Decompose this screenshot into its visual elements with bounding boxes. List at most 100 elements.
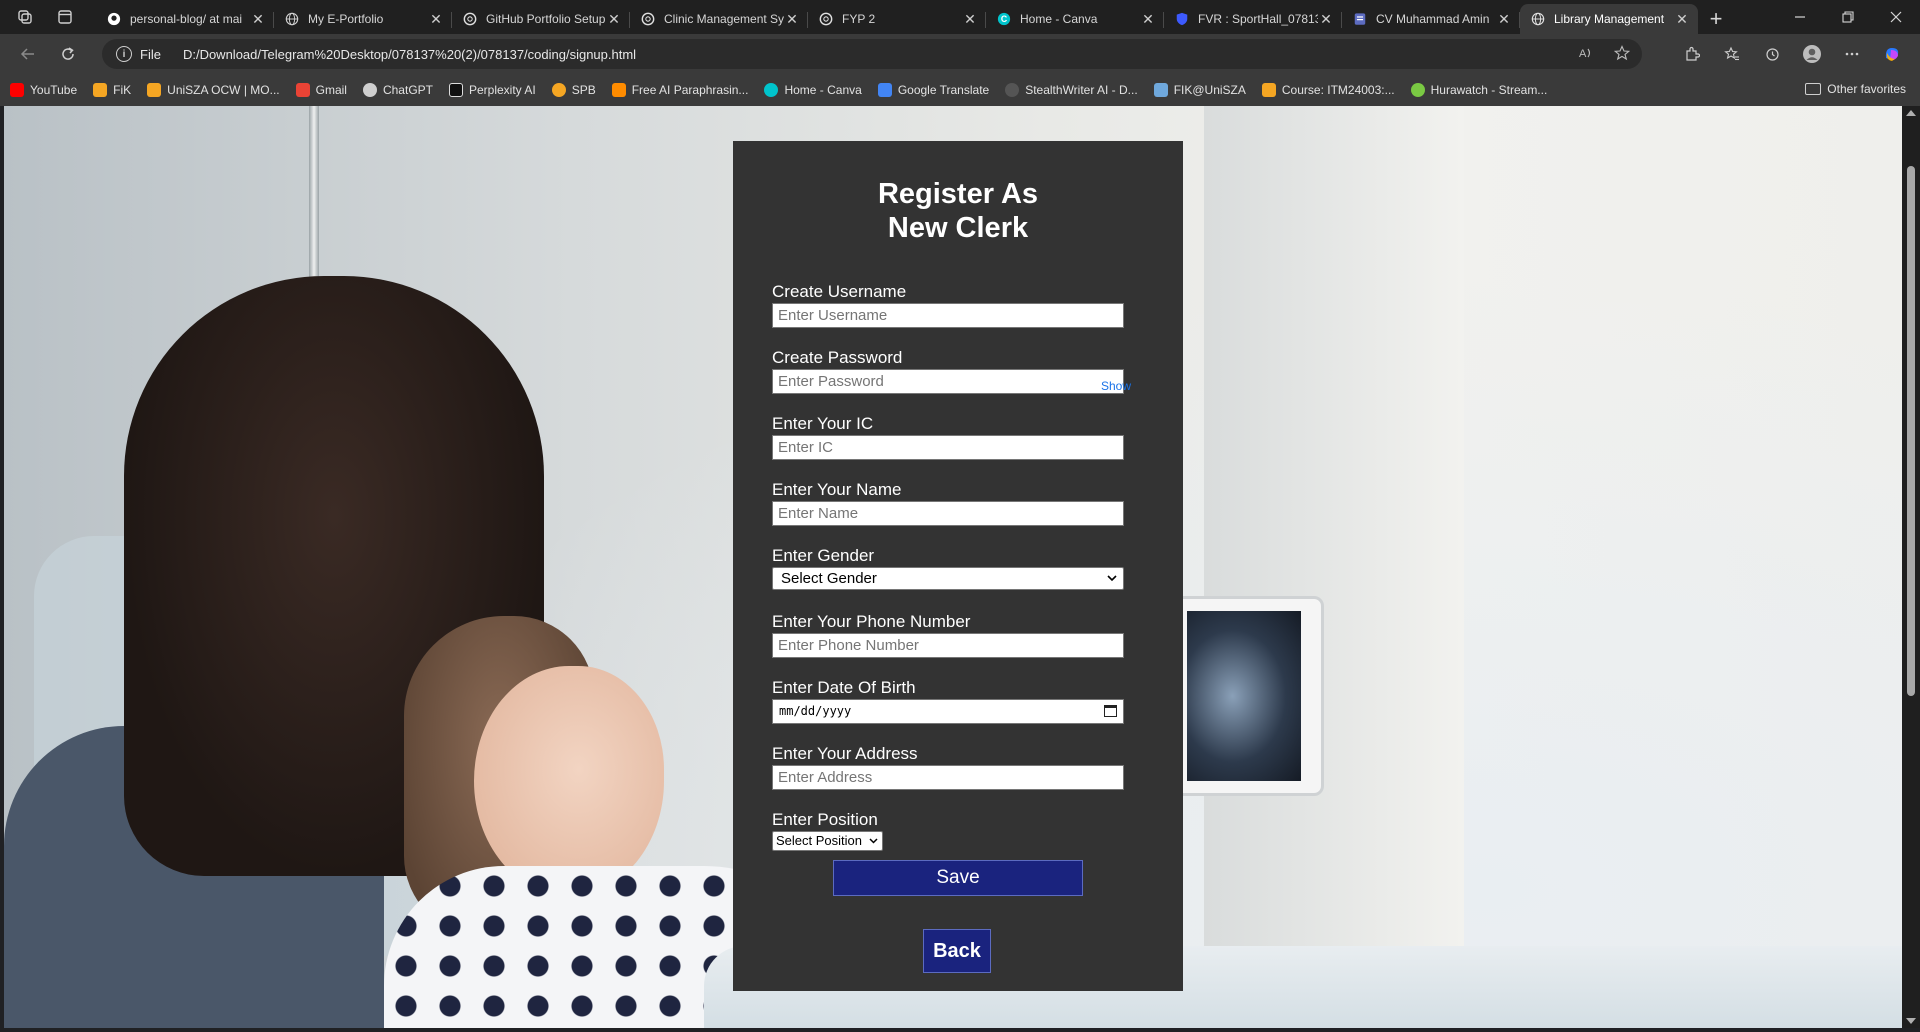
youtube-icon (10, 83, 24, 97)
bookmark-perplexity[interactable]: Perplexity AI (448, 83, 536, 97)
back-button[interactable]: Back (923, 929, 991, 973)
close-icon[interactable]: ✕ (428, 11, 444, 28)
vertical-tabs-icon[interactable] (54, 6, 76, 28)
close-icon[interactable]: ✕ (784, 11, 800, 28)
workspaces-icon[interactable] (14, 6, 36, 28)
scroll-down-arrow-icon[interactable] (1906, 1018, 1916, 1024)
close-icon[interactable]: ✕ (1318, 11, 1334, 28)
gender-field: Enter Gender Select Gender (772, 545, 1124, 611)
tab-title: Home - Canva (1020, 12, 1098, 26)
back-arrow-icon[interactable] (10, 38, 46, 70)
tab-title: CV Muhammad Amin (1376, 12, 1490, 26)
github-icon (106, 11, 122, 27)
address-label: Enter Your Address (772, 744, 918, 763)
refresh-icon[interactable] (50, 38, 86, 70)
toolbar: i File D:/Download/Telegram%20Desktop/07… (0, 34, 1920, 74)
title-line-1: Register As (877, 178, 1039, 210)
background-tablet (1174, 596, 1324, 796)
more-menu-icon[interactable] (1834, 38, 1870, 70)
bookmark-youtube[interactable]: YouTube (10, 83, 77, 97)
bookmark-google-translate[interactable]: Google Translate (877, 83, 989, 97)
read-aloud-icon[interactable]: A (1578, 45, 1594, 64)
tab-canva[interactable]: C Home - Canva ✕ (986, 4, 1164, 34)
chevron-down-icon (869, 832, 878, 857)
tab-list: personal-blog/ at mai ✕ My E-Portfolio ✕… (96, 0, 1734, 34)
extensions-icon[interactable] (1674, 38, 1710, 70)
tab-clinic-management[interactable]: Clinic Management Sy ✕ (630, 4, 808, 34)
perplexity-icon (448, 83, 463, 97)
gender-selected: Select Gender (781, 570, 877, 587)
folder-icon (1805, 83, 1822, 95)
bookmark-paraphrasing[interactable]: Free AI Paraphrasin... (611, 83, 748, 97)
tab-fvr-sporthall[interactable]: FVR : SportHall_07813 ✕ (1164, 4, 1342, 34)
username-input[interactable]: Enter Username (772, 303, 1124, 328)
tab-title: personal-blog/ at mai (130, 12, 243, 26)
close-icon[interactable]: ✕ (1140, 11, 1156, 28)
tab-github-portfolio-setup[interactable]: GitHub Portfolio Setup ✕ (452, 4, 630, 34)
close-icon[interactable]: ✕ (1496, 11, 1512, 28)
bookmark-canva[interactable]: Home - Canva (764, 83, 862, 97)
tab-title: GitHub Portfolio Setup (486, 12, 606, 26)
fik-icon (1153, 83, 1168, 97)
scroll-up-arrow-icon[interactable] (1906, 110, 1916, 116)
minimize-icon[interactable] (1776, 0, 1824, 34)
url-text[interactable]: D:/Download/Telegram%20Desktop/078137%20… (183, 47, 636, 62)
globe-icon (1530, 11, 1546, 27)
new-tab-button[interactable]: + (1698, 4, 1734, 34)
close-icon[interactable]: ✕ (962, 11, 978, 28)
address-actions: A (1578, 45, 1631, 64)
gender-select[interactable]: Select Gender (772, 567, 1124, 590)
tab-actions (0, 0, 96, 34)
bookmark-gmail[interactable]: Gmail (295, 83, 347, 97)
name-input[interactable]: Enter Name (772, 501, 1124, 526)
dob-field: Enter Date Of Birth mm/dd/yyyy (772, 677, 1124, 743)
bookmark-spb[interactable]: SPB (551, 83, 596, 97)
other-favorites[interactable]: Other favorites (1805, 82, 1906, 96)
favorites-icon[interactable] (1714, 38, 1750, 70)
restore-icon[interactable] (1824, 0, 1872, 34)
tab-fyp2[interactable]: FYP 2 ✕ (808, 4, 986, 34)
close-window-icon[interactable] (1872, 0, 1920, 34)
bookmark-fik[interactable]: FiK (93, 83, 131, 97)
tab-personal-blog[interactable]: personal-blog/ at mai ✕ (96, 4, 274, 34)
bookmark-fik-unisza[interactable]: FIK@UniSZA (1153, 83, 1246, 97)
background-girl-face (474, 666, 664, 896)
phone-input[interactable]: Enter Phone Number (772, 633, 1124, 658)
tab-e-portfolio[interactable]: My E-Portfolio ✕ (274, 4, 452, 34)
bookmark-unisza-ocw[interactable]: UniSZA OCW | MO... (147, 83, 280, 97)
bookmark-label: ChatGPT (382, 83, 433, 97)
background-wall (1204, 106, 1464, 1028)
bookmark-course[interactable]: Course: ITM24003:... (1261, 83, 1395, 97)
address-input[interactable]: Enter Address (772, 765, 1124, 790)
close-icon[interactable]: ✕ (1674, 11, 1690, 28)
tab-library-management[interactable]: Library Management ✕ (1520, 4, 1698, 34)
show-password-toggle[interactable]: Show (1101, 375, 1131, 398)
scrollbar-thumb[interactable] (1907, 166, 1915, 696)
address-bar[interactable]: i File D:/Download/Telegram%20Desktop/07… (102, 39, 1642, 69)
dob-input[interactable]: mm/dd/yyyy (772, 699, 1124, 724)
bookmark-stealthwriter[interactable]: StealthWriter AI - D... (1005, 83, 1138, 97)
position-select[interactable]: Select Position (772, 831, 883, 851)
history-icon[interactable] (1754, 38, 1790, 70)
spb-icon (551, 83, 566, 97)
name-label: Enter Your Name (772, 480, 902, 499)
profile-avatar-icon[interactable] (1794, 38, 1830, 70)
stealthwriter-icon (1005, 83, 1020, 97)
tab-cv-muhammad-amin[interactable]: CV Muhammad Amin ✕ (1342, 4, 1520, 34)
register-form: Create Username Enter Username Create Pa… (772, 281, 1131, 875)
ic-input[interactable]: Enter IC (772, 435, 1124, 460)
favorite-star-icon[interactable] (1613, 45, 1631, 64)
close-icon[interactable]: ✕ (250, 11, 266, 28)
copilot-icon[interactable] (1874, 38, 1910, 70)
page-scrollbar[interactable] (1902, 106, 1920, 1028)
bookmark-chatgpt[interactable]: ChatGPT (362, 83, 433, 97)
info-icon[interactable]: i (116, 46, 132, 62)
save-button[interactable]: Save (833, 860, 1083, 896)
close-icon[interactable]: ✕ (606, 11, 622, 28)
toolbar-actions (1674, 38, 1920, 70)
bookmark-hurawatch[interactable]: Hurawatch - Stream... (1410, 83, 1547, 97)
moodle-icon (93, 83, 108, 97)
calendar-icon[interactable] (1104, 705, 1117, 717)
bookmark-label: StealthWriter AI - D... (1025, 83, 1138, 97)
password-input[interactable]: Enter Password Show (772, 369, 1131, 394)
